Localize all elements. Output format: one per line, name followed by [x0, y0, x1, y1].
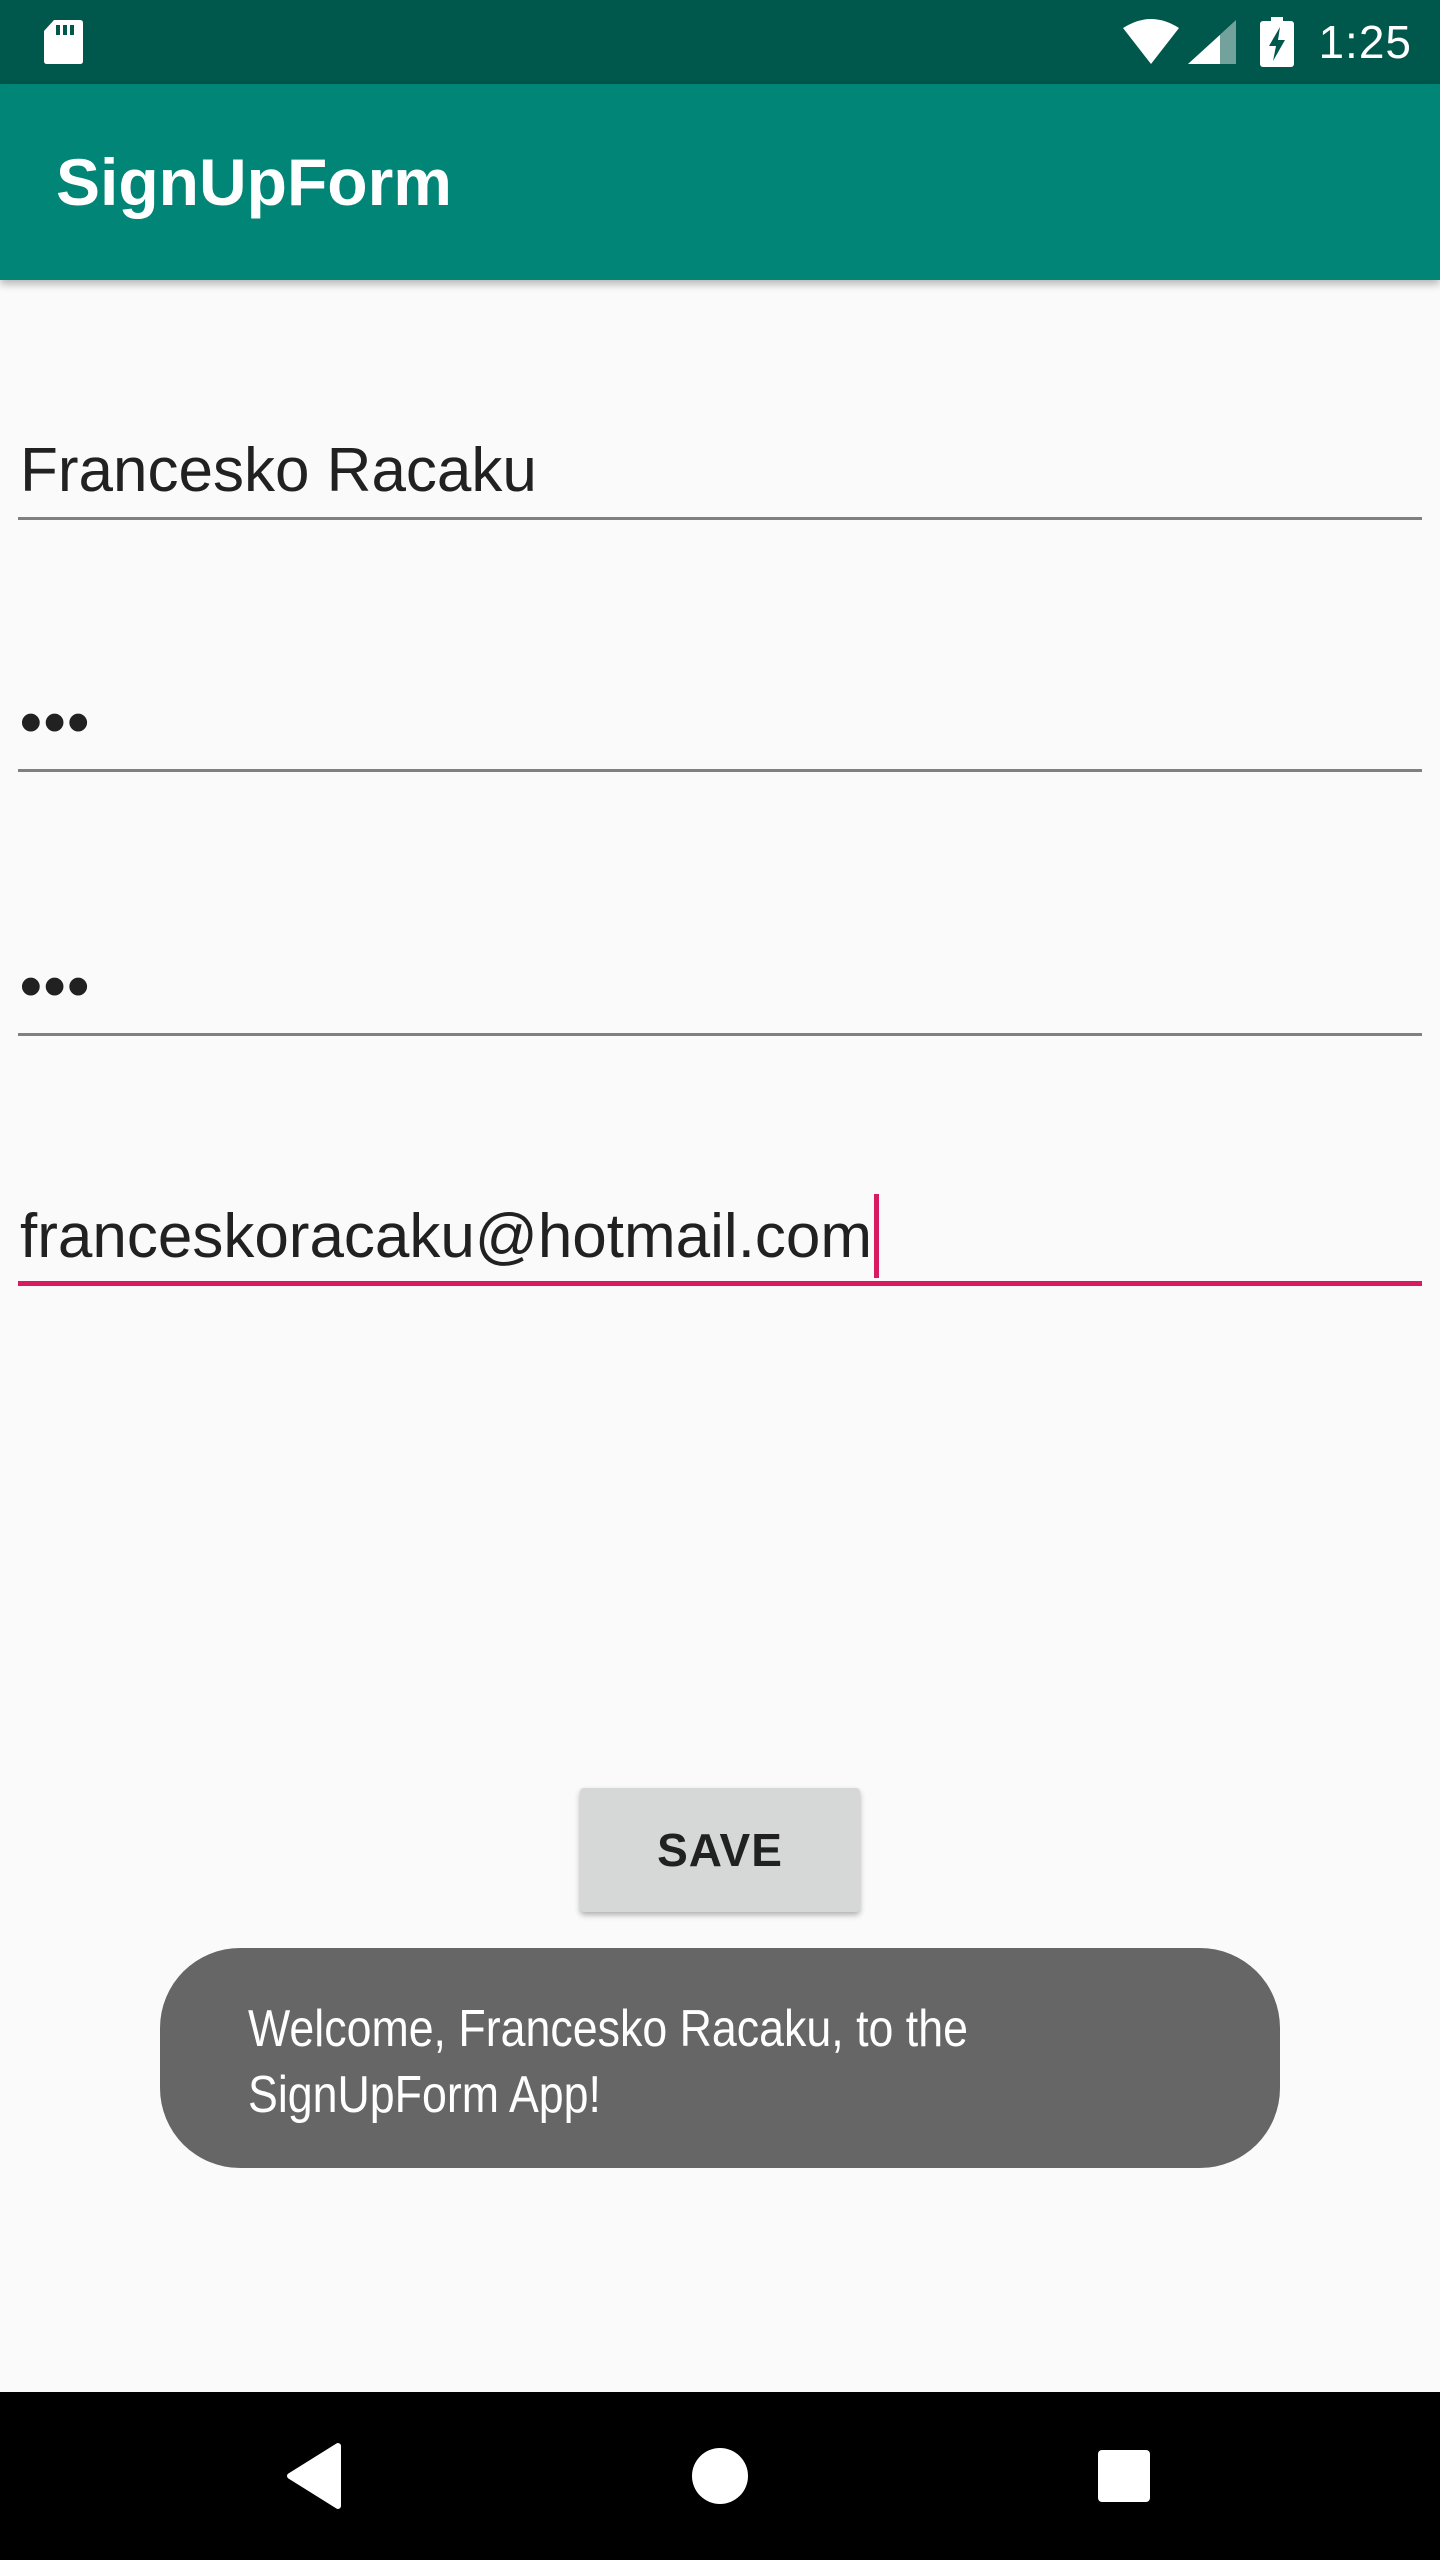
email-field-value: franceskoracaku@hotmail.com: [20, 1202, 873, 1271]
navigation-bar: [0, 2392, 1440, 2560]
password-field-underline: [18, 769, 1422, 772]
name-field-underline: [18, 517, 1422, 520]
email-field[interactable]: franceskoracaku@hotmail.com: [18, 1160, 1422, 1286]
name-field[interactable]: Francesko Racaku: [18, 400, 1422, 520]
email-field-content: franceskoracaku@hotmail.com: [20, 1194, 880, 1278]
recents-icon: [1098, 2450, 1150, 2502]
confirm-password-field-mask: •••: [20, 952, 92, 1021]
name-field-value: Francesko Racaku: [20, 436, 537, 505]
home-icon: [692, 2448, 748, 2504]
home-button[interactable]: [676, 2432, 764, 2520]
password-field[interactable]: •••: [18, 660, 1422, 772]
confirm-password-field[interactable]: •••: [18, 920, 1422, 1036]
app-title: SignUpForm: [56, 145, 452, 219]
signal-icon: [1188, 20, 1237, 64]
status-bar: 1:25: [0, 0, 1440, 84]
status-clock: 1:25: [1318, 16, 1412, 68]
recents-button[interactable]: [1080, 2432, 1168, 2520]
email-field-underline: [18, 1281, 1422, 1286]
back-button[interactable]: [272, 2432, 360, 2520]
password-field-mask: •••: [20, 688, 92, 757]
toast-line-2: SignUpForm App!: [248, 2066, 601, 2124]
text-cursor: [874, 1194, 880, 1278]
wifi-icon: [1123, 19, 1180, 64]
confirm-password-field-underline: [18, 1033, 1422, 1036]
toast-message: Welcome, Francesko Racaku, to the SignUp…: [248, 1996, 1160, 2128]
welcome-toast: Welcome, Francesko Racaku, to the SignUp…: [160, 1948, 1280, 2168]
back-icon: [287, 2443, 341, 2509]
sd-card-icon: [44, 20, 83, 64]
toast-line-1: Welcome, Francesko Racaku, to the: [248, 2000, 968, 2058]
save-button[interactable]: SAVE: [580, 1788, 860, 1912]
app-bar: SignUpForm: [0, 84, 1440, 280]
battery-charging-icon: [1260, 17, 1295, 67]
